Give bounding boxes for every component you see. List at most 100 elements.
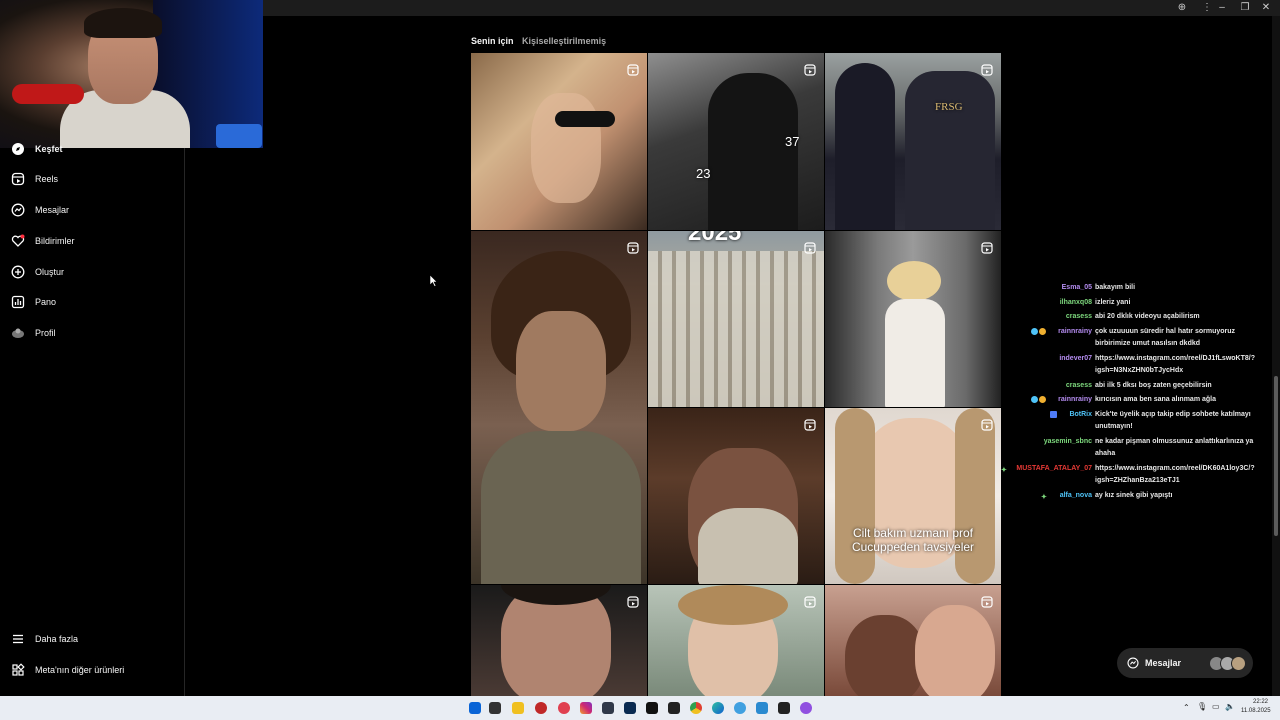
chat-text: bakayım bili (1095, 284, 1136, 291)
hamburger-menu-icon (10, 631, 26, 647)
grid-tile[interactable] (825, 585, 1001, 696)
reels-icon (627, 241, 639, 254)
reels-icon (804, 241, 816, 254)
explore-grid: 23 37 FRSG 2025 Cilt bakım uzmanı prof C… (471, 53, 1001, 696)
maximize-icon[interactable]: ❐ (1235, 1, 1255, 15)
avatar (1231, 656, 1246, 671)
sidebar-item-profile[interactable]: Profil (10, 322, 56, 344)
volume-icon[interactable]: 🔈 (1225, 702, 1235, 711)
chat-text: abi ilk 5 dksı boş zaten geçebilirsin (1095, 382, 1212, 389)
reels-icon (804, 418, 816, 431)
sidebar: Keşfet Reels Mesajlar Bildirimler Oluştu… (0, 143, 185, 696)
chat-text: abi 20 dklık videoyu açabilirism (1095, 313, 1200, 320)
badge-icon (1039, 328, 1046, 335)
grid-tile[interactable]: 23 37 (648, 53, 824, 230)
windows-start-icon[interactable] (469, 702, 481, 714)
page-scrollbar[interactable] (1272, 16, 1280, 696)
badge-icon (1039, 396, 1046, 403)
sidebar-item-messages[interactable]: Mesajlar (10, 199, 69, 221)
zoom-icon[interactable]: ⊕ (1172, 1, 1192, 15)
sidebar-item-meta-products[interactable]: Meta'nın diğer ürünleri (10, 659, 124, 681)
grid-tile[interactable] (648, 585, 824, 696)
clock-time[interactable]: 22:22 (1253, 699, 1268, 705)
sidebar-item-explore[interactable]: Keşfet (10, 138, 63, 160)
tray-chevron-icon[interactable]: ⌃ (1183, 703, 1190, 712)
sidebar-item-dashboard[interactable]: Pano (10, 291, 56, 313)
chat-text: izleriz yani (1095, 299, 1131, 306)
file-explorer-icon[interactable] (512, 702, 524, 714)
app-icon[interactable] (734, 702, 746, 714)
dashboard-icon (10, 294, 26, 310)
reels-icon (981, 418, 993, 431)
chat-text: ne kadar pişman olmussunuz anlattıkarlın… (1095, 438, 1254, 457)
opera-icon[interactable] (558, 702, 570, 714)
chat-text: Kick'te üyelik açıp takip edip sohbete k… (1095, 411, 1251, 430)
chat-text: kırıcısın ama ben sana alınmam ağla (1095, 396, 1216, 403)
tiktok-icon[interactable] (646, 702, 658, 714)
chat-username: BotRix (1069, 411, 1092, 418)
chat-username: indever07 (1059, 355, 1092, 362)
grid-tile[interactable] (471, 231, 647, 584)
grid-tile[interactable]: Cilt bakım uzmanı prof Cucuppeden tavsiy… (825, 408, 1001, 584)
app-icon[interactable] (602, 702, 614, 714)
sidebar-item-reels[interactable]: Reels (10, 168, 58, 190)
chat-username: crasess (1065, 382, 1092, 389)
notepad-icon[interactable] (756, 702, 768, 714)
clock-date[interactable]: 11.08.2025 (1241, 708, 1271, 714)
chat-username: rainnrainy (1058, 328, 1092, 335)
reels-icon (981, 63, 993, 76)
grid-icon (10, 662, 26, 678)
feed-tabs: Senin için Kişiselleştirilmemiş (471, 36, 612, 46)
chat-username: Esma_05 (1061, 284, 1092, 291)
chat-username: yasemin_sbnc (1043, 438, 1092, 445)
reels-icon (10, 171, 26, 187)
capcut-icon[interactable] (778, 702, 790, 714)
tab-for-you[interactable]: Senin için (471, 36, 514, 46)
chat-username: crasess (1065, 313, 1092, 320)
mouse-cursor-icon (429, 274, 438, 292)
badge-icon: ✦ (1041, 494, 1047, 501)
grid-tile[interactable]: FRSG (825, 53, 1001, 230)
edge-icon[interactable] (712, 702, 724, 714)
microphone-icon[interactable]: 🎙 (1197, 702, 1207, 711)
sidebar-item-create[interactable]: Oluştur (10, 261, 64, 283)
instagram-icon[interactable] (580, 702, 592, 714)
capcut-icon[interactable] (668, 702, 680, 714)
chat-text: çok uzuuuun süredir hal hatır sormuyoruz… (1095, 328, 1236, 347)
avatar-icon (10, 325, 26, 341)
app-icon[interactable] (535, 702, 547, 714)
chat-text: https://www.instagram.com/reel/DK60A1loy… (1095, 465, 1255, 484)
close-icon[interactable]: ✕ (1256, 1, 1276, 15)
grid-tile[interactable]: 2025 (648, 231, 824, 407)
messenger-icon (1127, 657, 1139, 669)
sidebar-item-more[interactable]: Daha fazla (10, 628, 78, 650)
network-icon[interactable]: ▭ (1212, 702, 1220, 711)
reels-icon (804, 595, 816, 608)
sidebar-item-notifications[interactable]: Bildirimler (10, 230, 75, 252)
reels-icon (627, 595, 639, 608)
grid-tile[interactable] (648, 408, 824, 584)
heart-icon (10, 233, 26, 249)
messenger-icon (10, 202, 26, 218)
messages-button[interactable]: Mesajlar (1117, 648, 1253, 678)
reels-icon (981, 595, 993, 608)
chat-username: rainnrainy (1058, 396, 1092, 403)
badge-icon (1031, 396, 1038, 403)
photoshop-icon[interactable] (624, 702, 636, 714)
taskbar: ⌃ 🎙 ▭ 🔈 22:22 11.08.2025 (0, 696, 1280, 720)
chat-username: MUSTAFA_ATALAY_07 (1016, 465, 1092, 472)
grid-tile[interactable] (471, 585, 647, 696)
grid-tile[interactable] (825, 231, 1001, 407)
chat-text: https://www.instagram.com/reel/DJ1fLswoK… (1095, 355, 1255, 374)
minimize-icon[interactable]: – (1212, 1, 1232, 15)
app-icon[interactable] (800, 702, 812, 714)
task-view-icon[interactable] (489, 702, 501, 714)
tab-non-personalized[interactable]: Kişiselleştirilmemiş (522, 36, 606, 46)
chrome-icon[interactable] (690, 702, 702, 714)
webcam-overlay (0, 0, 263, 148)
chat-username: alfa_nova (1059, 492, 1092, 499)
compass-icon (10, 141, 26, 157)
grid-tile[interactable] (471, 53, 647, 230)
reels-icon (804, 63, 816, 76)
chat-username: ilhanxq08 (1059, 299, 1092, 306)
